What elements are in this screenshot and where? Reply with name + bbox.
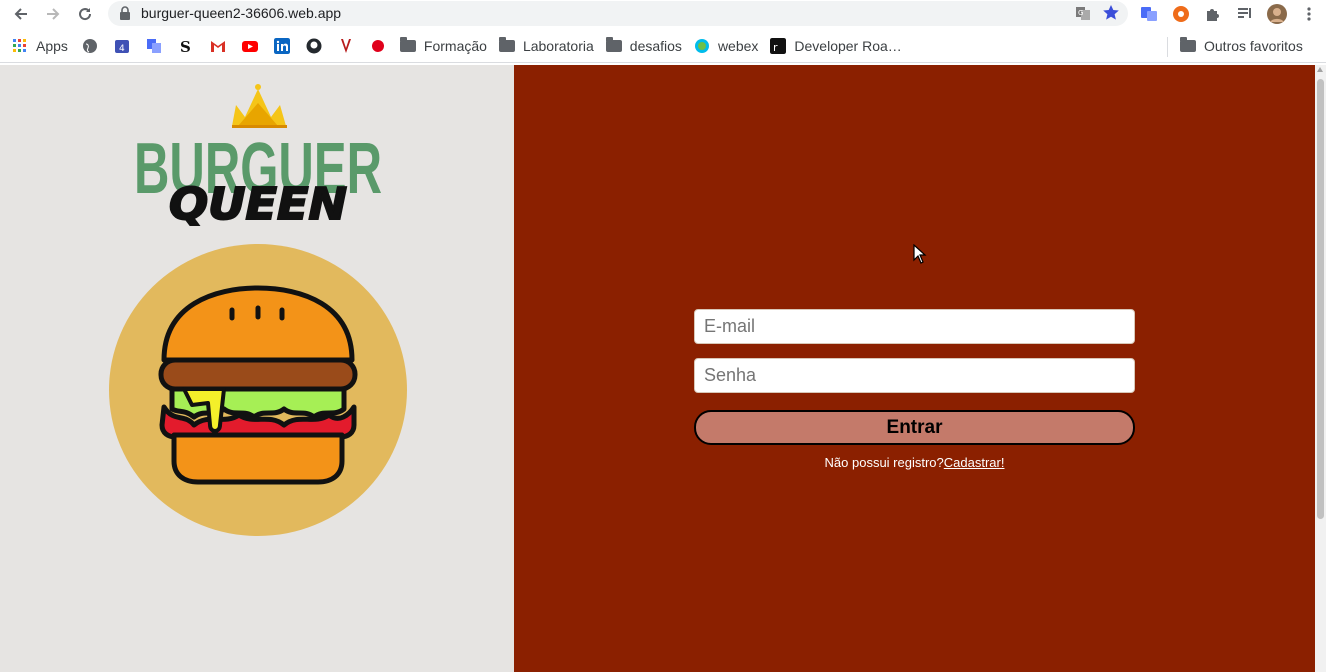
register-link[interactable]: Cadastrar! [944, 455, 1005, 470]
red-dot-icon [371, 40, 384, 52]
puzzle-icon[interactable] [1200, 2, 1226, 26]
back-icon[interactable] [6, 0, 36, 28]
globe-icon [82, 39, 97, 53]
apps-grid-icon [13, 39, 26, 52]
translate-extension-icon[interactable] [1136, 2, 1162, 26]
bookmark-folder-label: Formação [423, 38, 487, 54]
youtube-icon [241, 41, 258, 52]
login-form: Entrar Não possui registro?Cadastrar! [694, 309, 1135, 470]
svg-text:G: G [1078, 9, 1083, 17]
page: BURGUER QUEEN Entrar Não possui registro… [0, 65, 1326, 672]
logo-queen-text: QUEEN [169, 179, 347, 226]
bookmark-calendar[interactable]: 4 [106, 32, 138, 60]
mouse-cursor-icon [913, 244, 927, 264]
menu-icon[interactable] [1296, 2, 1322, 26]
burger-icon [158, 285, 358, 485]
email-input[interactable] [694, 309, 1135, 344]
reload-icon[interactable] [70, 0, 100, 28]
url-text: burguer-queen2-36606.web.app [141, 5, 342, 21]
bookmark-gmail[interactable] [202, 32, 234, 60]
folder-icon [1180, 37, 1196, 52]
folder-icon [399, 37, 416, 52]
bookmark-folder-laboratoria[interactable]: Laboratoria [493, 32, 600, 60]
lock-icon [120, 6, 130, 20]
bookmark-youtube[interactable] [234, 32, 266, 60]
bookmark-developer[interactable]: r Developer Roa… [764, 32, 907, 60]
bookmarks-bar: Apps 4 S Formação Laboratoria desafios w… [0, 30, 1326, 63]
crown-icon [232, 84, 287, 128]
bookmark-webex-label: webex [717, 38, 759, 54]
translate-icon [146, 39, 161, 53]
roadmap-icon: r [770, 38, 787, 54]
github-icon [306, 38, 322, 54]
bookmark-folder-formacao[interactable]: Formação [394, 32, 493, 60]
s-logo-icon: S [180, 38, 191, 54]
register-prompt-text: Não possui registro? [824, 455, 944, 470]
bookmark-github[interactable] [298, 32, 330, 60]
translate-icon[interactable]: G [1074, 4, 1092, 22]
bookmark-folder-label: desafios [629, 38, 682, 54]
gmail-icon [210, 41, 225, 52]
folder-icon [498, 37, 515, 52]
bookmark-s[interactable]: S [170, 32, 202, 60]
login-button[interactable]: Entrar [694, 410, 1135, 445]
bookmark-globe[interactable] [74, 32, 106, 60]
address-bar[interactable]: burguer-queen2-36606.web.app G [108, 1, 1128, 26]
bookmark-v[interactable] [330, 32, 362, 60]
bookmark-other[interactable]: Outros favoritos [1174, 32, 1309, 60]
burguer-queen-logo: BURGUER QUEEN [134, 84, 382, 226]
scroll-thumb[interactable] [1317, 79, 1324, 519]
reading-list-icon[interactable] [1232, 2, 1258, 26]
login-panel: Entrar Não possui registro?Cadastrar! [514, 65, 1315, 672]
avatar[interactable] [1264, 2, 1290, 26]
browser-toolbar: burguer-queen2-36606.web.app G [0, 0, 1326, 28]
bookmarks-separator [1167, 37, 1168, 57]
forward-icon[interactable] [38, 0, 68, 28]
brand-panel: BURGUER QUEEN [0, 65, 514, 672]
extension-orange-icon[interactable] [1168, 2, 1194, 26]
bookmark-folder-desafios[interactable]: desafios [600, 32, 688, 60]
scroll-up-icon[interactable] [1317, 67, 1323, 72]
bookmark-developer-label: Developer Roa… [794, 38, 902, 54]
bookmark-folder-label: Laboratoria [522, 38, 594, 54]
v-logo-icon [340, 39, 351, 53]
svg-text:S: S [180, 38, 191, 54]
bookmark-webex[interactable]: webex [688, 32, 764, 60]
bookmark-translate[interactable] [138, 32, 170, 60]
bookmark-linkedin[interactable] [266, 32, 298, 60]
bookmark-apps-label: Apps [36, 38, 68, 54]
register-prompt: Não possui registro?Cadastrar! [694, 455, 1135, 470]
bookmark-apps[interactable]: Apps [6, 32, 74, 60]
bookmark-other-label: Outros favoritos [1204, 38, 1303, 54]
webex-icon [694, 39, 709, 53]
svg-text:4: 4 [119, 44, 125, 54]
password-input[interactable] [694, 358, 1135, 393]
calendar-icon: 4 [114, 40, 129, 54]
svg-text:r: r [773, 41, 778, 54]
star-icon[interactable] [1102, 4, 1120, 22]
bookmark-red-dot[interactable] [362, 32, 394, 60]
page-scrollbar[interactable] [1315, 65, 1326, 672]
folder-icon [605, 37, 622, 52]
linkedin-icon [273, 38, 290, 54]
